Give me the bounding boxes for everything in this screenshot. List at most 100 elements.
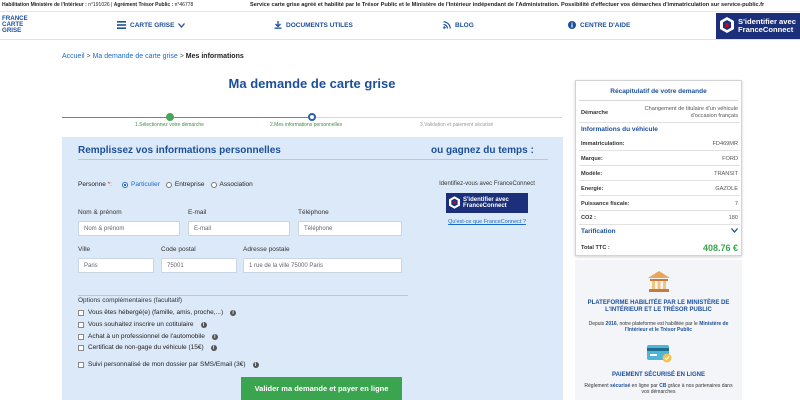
summary-row: Marque: FORD bbox=[579, 152, 740, 166]
heading-divider bbox=[78, 159, 548, 160]
required-marker: *: bbox=[107, 181, 112, 188]
summary-key: Energie: bbox=[581, 185, 604, 192]
summary-key: Immatriculation: bbox=[581, 140, 625, 147]
franceconnect-section: Identifiez-vous avec FranceConnect S'ide… bbox=[432, 181, 542, 225]
summary-value: TRANSIT bbox=[714, 170, 738, 177]
option-label[interactable]: Suivi personnalisé de mon dossier par SM… bbox=[88, 361, 246, 368]
summary-row: Energie: GAZOLE bbox=[579, 182, 740, 196]
checkbox[interactable] bbox=[78, 333, 84, 340]
email-label: E-mail bbox=[188, 209, 207, 216]
nav-documents-label: DOCUMENTS UTILES bbox=[286, 21, 353, 29]
summary-value: 7 bbox=[734, 200, 738, 207]
city-input[interactable]: Paris bbox=[78, 258, 154, 273]
hab-label: Habilitation Ministère de l'Intérieur : bbox=[2, 2, 87, 8]
site-logo[interactable]: FRANCE CARTE GRISE bbox=[2, 15, 32, 34]
nav-centre-aide[interactable]: CENTRE D'AIDE bbox=[568, 21, 630, 29]
option-label[interactable]: Vous souhaitez inscrire un cotitulaire bbox=[88, 321, 194, 328]
person-label-text: Personne bbox=[78, 181, 106, 188]
summary-demarche-row: Démarche Changement de titulaire d'un vé… bbox=[579, 103, 740, 123]
agr-value: n°46778 bbox=[174, 2, 194, 8]
nav-documents-utiles[interactable]: DOCUMENTS UTILES bbox=[274, 21, 353, 29]
breadcrumb-sep: > bbox=[86, 53, 91, 60]
summary-value: Changement de titulaire d'un véhicule d'… bbox=[644, 106, 738, 119]
info-icon[interactable]: i bbox=[252, 361, 259, 368]
total-label: Total TTC : bbox=[581, 245, 610, 251]
alt-heading: ou gagnez du temps : bbox=[431, 145, 534, 156]
total-value: 408.76 € bbox=[702, 243, 738, 253]
hab-value: n°191026 bbox=[88, 2, 110, 8]
fc-what-link[interactable]: Qu'est-ce que FranceConnect ? bbox=[432, 219, 542, 225]
step-2-label: 2.Mes informations personnelles bbox=[270, 122, 342, 128]
radio-entreprise-label[interactable]: Entreprise bbox=[175, 181, 205, 188]
summary-key: Modèle: bbox=[581, 170, 603, 177]
summary-row: Puissance fiscale: 7 bbox=[579, 197, 740, 211]
option-label[interactable]: Vous êtes hébergé(e) (famille, amis, pro… bbox=[88, 309, 223, 316]
option-heberge[interactable]: Vous êtes hébergé(e) (famille, amis, pro… bbox=[78, 309, 237, 316]
city-label: Ville bbox=[78, 246, 91, 253]
summary-value: 180 bbox=[728, 215, 738, 221]
summary-title: Récapitulatif de votre demande bbox=[579, 83, 738, 101]
breadcrumb-home[interactable]: Accueil bbox=[62, 53, 85, 60]
info-icon[interactable]: i bbox=[210, 344, 217, 351]
radio-association-label[interactable]: Association bbox=[220, 181, 253, 188]
address-input[interactable]: 1 rue de la ville 75000 Paris bbox=[243, 258, 402, 273]
vehicle-section-title: Informations du véhicule bbox=[581, 126, 658, 133]
checkbox[interactable] bbox=[78, 361, 84, 368]
progress-stepper: 1.Sélectionnez votre démarche 2.Mes info… bbox=[62, 110, 562, 136]
trust-text-part: Règlement bbox=[584, 383, 610, 389]
summary-key: CO2 : bbox=[581, 215, 596, 221]
nav-carte-grise-label: CARTE GRISE bbox=[130, 21, 175, 29]
option-label[interactable]: Achat à un professionnel de l'automobile bbox=[88, 333, 205, 340]
options-divider bbox=[78, 295, 408, 296]
submit-pay-button[interactable]: Valider ma demande et payer en ligne bbox=[241, 377, 402, 400]
info-icon[interactable]: i bbox=[211, 333, 218, 340]
order-summary: Récapitulatif de votre demande Démarche … bbox=[575, 80, 742, 256]
agr-label: Agrément Trésor Public : bbox=[113, 2, 174, 8]
service-notice: Service carte grise agréé et habilité pa… bbox=[250, 2, 765, 8]
option-non-gage[interactable]: Certificat de non-gage du véhicule (15€)… bbox=[78, 344, 217, 351]
checkbox[interactable] bbox=[78, 344, 84, 351]
summary-value: GAZOLE bbox=[715, 185, 738, 192]
radio-entreprise[interactable] bbox=[165, 181, 172, 188]
nav-blog[interactable]: BLOG bbox=[443, 21, 474, 29]
list-icon bbox=[117, 21, 126, 29]
download-icon bbox=[274, 21, 282, 29]
option-label[interactable]: Certificat de non-gage du véhicule (15€) bbox=[88, 344, 204, 351]
checkbox[interactable] bbox=[78, 309, 84, 316]
option-cotitulaire[interactable]: Vous souhaitez inscrire un cotitulaire i bbox=[78, 321, 207, 328]
page-title: Ma demande de carte grise bbox=[228, 76, 396, 91]
franceconnect-button[interactable]: S'identifier avec FranceConnect bbox=[716, 13, 800, 39]
phone-label: Téléphone bbox=[298, 209, 329, 216]
logo-line-3: GRISE bbox=[2, 27, 22, 34]
franceconnect-form-button[interactable]: S'identifier avec FranceConnect bbox=[446, 193, 528, 213]
fc-line2: FranceConnect bbox=[738, 25, 794, 34]
government-building-icon bbox=[646, 268, 672, 296]
tarification-toggle[interactable]: Tarification bbox=[579, 228, 740, 235]
radio-particulier-label[interactable]: Particulier bbox=[131, 181, 160, 188]
breadcrumb-step[interactable]: Ma demande de carte grise bbox=[93, 53, 178, 60]
summary-value: FORD bbox=[722, 155, 738, 162]
total-row: Total TTC : 408.76 € bbox=[579, 243, 740, 253]
radio-association[interactable] bbox=[210, 181, 217, 188]
postal-input[interactable]: 75001 bbox=[161, 258, 237, 273]
name-label: Nom & prénom bbox=[78, 209, 122, 216]
checkbox[interactable] bbox=[78, 321, 84, 328]
option-achat-pro[interactable]: Achat à un professionnel de l'automobile… bbox=[78, 333, 218, 340]
person-type-group: Personne *: Particulier Entreprise Assoc… bbox=[78, 181, 253, 188]
info-icon[interactable]: i bbox=[200, 321, 207, 328]
nav-carte-grise[interactable]: CARTE GRISE bbox=[117, 21, 186, 29]
breadcrumb-sep: > bbox=[179, 53, 184, 60]
email-input[interactable]: E-mail bbox=[188, 221, 290, 236]
name-input[interactable]: Nom & prénom bbox=[78, 221, 180, 236]
info-icon[interactable]: i bbox=[230, 309, 237, 316]
phone-input[interactable]: Téléphone bbox=[298, 221, 402, 236]
top-info-bar: Habilitation Ministère de l'Intérieur : … bbox=[0, 0, 800, 12]
option-suivi-sms[interactable]: Suivi personnalisé de mon dossier par SM… bbox=[78, 361, 259, 368]
main-nav: FRANCE CARTE GRISE CARTE GRISE DOCUMENTS… bbox=[0, 12, 800, 40]
chevron-down-icon bbox=[178, 22, 186, 28]
radio-particulier[interactable] bbox=[121, 181, 128, 188]
step-3-label: 3.Validation et paiement sécurisé bbox=[420, 122, 494, 128]
fc-mini-line2: FranceConnect bbox=[463, 203, 507, 209]
address-label: Adresse postale bbox=[243, 246, 290, 253]
info-circle-icon bbox=[568, 21, 576, 29]
